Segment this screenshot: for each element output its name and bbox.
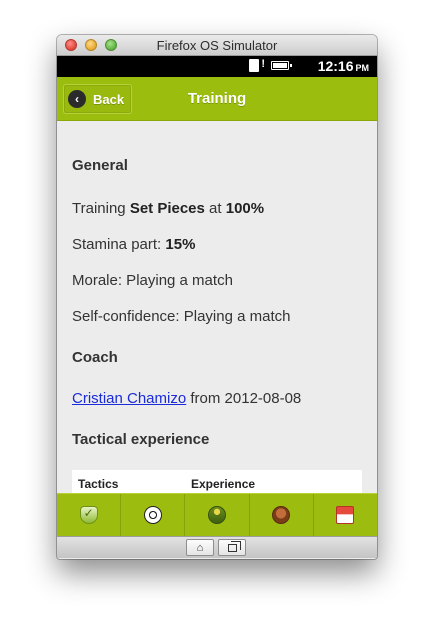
training-intensity: 100% [225,200,265,217]
tab-tactics[interactable] [57,494,122,536]
stamina-label: Stamina part: [72,236,162,253]
clock-time: 12:16 [317,58,354,74]
card-view-button[interactable] [218,539,246,556]
page-title: Training [187,90,247,107]
sim-card-icon [249,58,265,72]
tab-home[interactable] [314,494,377,536]
bottom-tabbar [57,493,377,536]
home-icon [336,506,355,524]
tab-players[interactable] [185,494,250,536]
table-header-tactics: Tactics [78,477,119,491]
stamina-value: 15% [165,236,196,253]
app-header: ‹ Back Training [57,77,377,121]
training-line: Training Set Pieces at 100% [72,200,264,217]
hardware-home-button[interactable]: ⌂ [186,539,214,556]
coach-heading: Coach [72,349,118,366]
phone-statusbar: 12:16PM [57,56,377,77]
simulator-window: Firefox OS Simulator 12:16PM ‹ Back Trai… [57,35,377,559]
trophy-icon [272,506,291,524]
morale-line: Morale: Playing a match [72,272,233,289]
battery-icon [271,61,292,70]
player-icon [208,506,226,524]
soccer-ball-icon [143,506,162,524]
training-at: at [209,200,222,217]
training-focus: Set Pieces [129,200,205,217]
table-header-experience: Experience [191,477,256,491]
tactical-heading: Tactical experience [72,431,210,448]
tab-matches[interactable] [121,494,186,536]
cards-icon [227,540,241,552]
tactics-table: Tactics Experience [72,470,362,493]
status-clock: 12:16 PM [318,58,369,74]
window-title: Firefox OS Simulator [156,38,278,53]
stamina-line: Stamina part: 15% [72,236,195,253]
tab-trophies[interactable] [250,494,314,536]
clock-ampm: PM [355,63,370,73]
coach-line: Cristian Chamizo from 2012-08-08 [72,390,301,407]
shield-check-icon [79,506,98,524]
house-icon: ⌂ [196,541,204,554]
simulator-bottom-bar: ⌂ [57,536,377,558]
training-content: General Training Set Pieces at 100% Stam… [57,121,377,493]
coach-since: from 2012-08-08 [190,390,302,407]
window-titlebar: Firefox OS Simulator [57,35,377,56]
training-prefix: Training [72,200,126,217]
coach-link[interactable]: Cristian Chamizo [72,390,186,407]
general-heading: General [72,157,128,174]
self-confidence-line: Self-confidence: Playing a match [72,308,291,325]
